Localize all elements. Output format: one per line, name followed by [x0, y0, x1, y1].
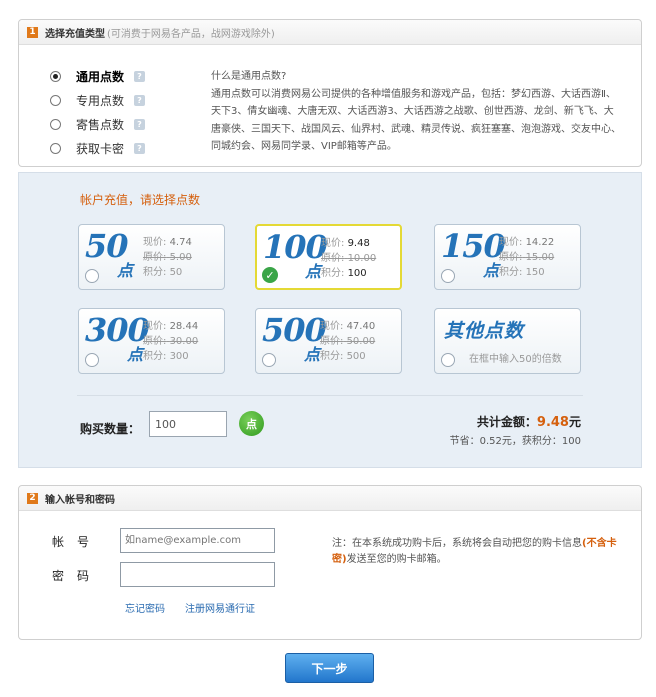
help-icon[interactable]: ? — [134, 118, 145, 130]
recharge-panel: 帐户充值，请选择点数 50 点 现价: 4.74 原价: 5.00 积分: 50… — [18, 172, 642, 468]
next-step-button[interactable]: 下一步 — [285, 653, 374, 683]
card-price-now: 9.48 — [347, 238, 370, 249]
card-unit: 点 — [127, 345, 144, 364]
quantity-input[interactable] — [149, 411, 227, 437]
card-info: 现价: 47.40 原价: 50.00 积分: 500 — [320, 321, 376, 362]
password-input[interactable] — [120, 562, 275, 587]
recharge-title: 帐户充值，请选择点数 — [80, 193, 201, 207]
quantity-label: 购买数量： — [80, 422, 141, 436]
section-account: 2 输入帐号和密码 帐号 密码 忘记密码 注册网易通行证 注：在本系统成功购卡后… — [18, 485, 642, 640]
card-radio[interactable] — [85, 353, 99, 367]
card-radio[interactable] — [441, 269, 455, 283]
radio-general[interactable] — [50, 70, 61, 82]
description-body: 通用点数可以消费网易公司提供的各种增值服务和游戏产品，包括：梦幻西游、大话西游Ⅱ… — [211, 88, 621, 153]
card-info: 现价: 4.74 原价: 5.00 积分: 50 — [143, 237, 192, 278]
points-card-300[interactable]: 300 点 现价: 28.44 原价: 30.00 积分: 300 — [78, 308, 225, 374]
purchase-note: 注：在本系统成功购卡后，系统将会自动把您的购卡信息(不含卡密)发送至您的购卡邮箱… — [332, 538, 617, 565]
card-price-now: 28.44 — [169, 321, 199, 332]
points-card-other[interactable]: 其他点数 在框中输入50的倍数 — [434, 308, 581, 374]
section-header: 2 输入帐号和密码 — [19, 486, 641, 511]
type-option-consignment[interactable]: 寄售点数 ? — [50, 112, 145, 136]
card-score: 100 — [347, 268, 367, 279]
description-title: 什么是通用点数? — [211, 71, 287, 82]
savings-text: 节省：0.52元，获积分：100 — [449, 436, 581, 447]
section-title: 选择充值类型 — [45, 28, 105, 40]
register-link[interactable]: 注册网易通行证 — [185, 600, 255, 615]
type-option-general[interactable]: 通用点数 ? — [50, 64, 145, 88]
card-price-orig: 30.00 — [169, 336, 199, 347]
account-label: 帐号 — [52, 535, 103, 549]
total-amount-value: 9.48 — [536, 415, 569, 430]
card-score: 150 — [525, 267, 545, 278]
section-header: 1 选择充值类型 (可消费于网易各产品，战网游戏除外) — [19, 20, 641, 45]
section-title: 输入帐号和密码 — [45, 494, 115, 506]
card-price-orig: 15.00 — [525, 252, 555, 263]
card-info: 现价: 28.44 原价: 30.00 积分: 300 — [143, 321, 199, 362]
card-unit: 点 — [305, 262, 322, 281]
type-label[interactable]: 通用点数 — [76, 68, 134, 85]
points-card-150[interactable]: 150 点 现价: 14.22 原价: 15.00 积分: 150 — [434, 224, 581, 290]
card-unit: 点 — [304, 345, 321, 364]
card-price-now: 14.22 — [525, 237, 555, 248]
card-info: 现价: 14.22 原价: 15.00 积分: 150 — [499, 237, 555, 278]
help-icon[interactable]: ? — [134, 94, 145, 106]
card-unit: 点 — [117, 261, 134, 280]
password-label: 密码 — [52, 569, 103, 583]
card-price-orig: 5.00 — [169, 252, 192, 263]
card-price-orig: 10.00 — [347, 253, 377, 264]
card-price-now: 4.74 — [169, 237, 192, 248]
points-card-500[interactable]: 500 点 现价: 47.40 原价: 50.00 积分: 500 — [255, 308, 402, 374]
section-recharge-type: 1 选择充值类型 (可消费于网易各产品，战网游戏除外) 通用点数 ? 专用点数 … — [18, 19, 642, 167]
divider — [77, 395, 583, 396]
card-radio[interactable] — [441, 353, 455, 367]
radio-get-card[interactable] — [50, 142, 61, 154]
type-label[interactable]: 获取卡密 — [76, 140, 134, 157]
card-radio[interactable] — [262, 353, 276, 367]
radio-dedicated[interactable] — [50, 94, 61, 106]
help-icon[interactable]: ? — [134, 142, 145, 154]
forgot-password-link[interactable]: 忘记密码 — [125, 600, 165, 615]
points-card-50[interactable]: 50 点 现价: 4.74 原价: 5.00 积分: 50 — [78, 224, 225, 290]
other-points-title: 其他点数 — [444, 320, 525, 342]
card-unit: 点 — [483, 261, 500, 280]
card-score: 500 — [346, 351, 366, 362]
confirm-points-button[interactable]: 点 — [239, 411, 264, 436]
points-card-100[interactable]: 100 点 现价: 9.48 原价: 10.00 积分: 100 ✓ — [255, 224, 402, 290]
card-price-orig: 50.00 — [346, 336, 376, 347]
radio-consignment[interactable] — [50, 118, 61, 130]
card-score: 50 — [169, 267, 183, 278]
card-info: 现价: 9.48 原价: 10.00 积分: 100 — [321, 238, 377, 279]
card-radio[interactable] — [85, 269, 99, 283]
card-score: 300 — [169, 351, 189, 362]
recharge-type-list: 通用点数 ? 专用点数 ? 寄售点数 ? 获取卡密 ? — [50, 64, 145, 160]
type-label[interactable]: 专用点数 — [76, 92, 134, 109]
help-icon[interactable]: ? — [134, 70, 145, 82]
check-icon: ✓ — [262, 267, 278, 283]
step-number-badge: 2 — [27, 492, 38, 504]
type-description: 什么是通用点数? 通用点数可以消费网易公司提供的各种增值服务和游戏产品，包括：梦… — [211, 68, 621, 156]
card-price-now: 47.40 — [346, 321, 376, 332]
step-number-badge: 1 — [27, 26, 38, 38]
type-label[interactable]: 寄售点数 — [76, 116, 134, 133]
section-subtitle: (可消费于网易各产品，战网游戏除外) — [107, 28, 275, 40]
type-option-get-card[interactable]: 获取卡密 ? — [50, 136, 145, 160]
other-points-hint: 在框中输入50的倍数 — [469, 354, 562, 365]
type-option-dedicated[interactable]: 专用点数 ? — [50, 88, 145, 112]
account-input[interactable] — [120, 528, 275, 553]
total-amount: 共计金额：9.48元 — [476, 415, 581, 430]
